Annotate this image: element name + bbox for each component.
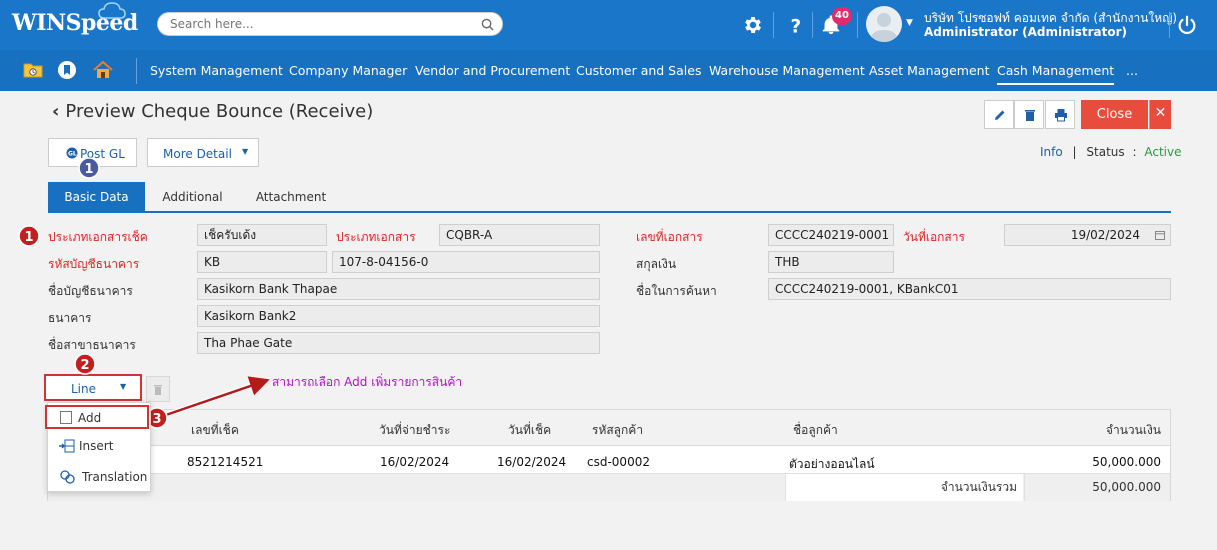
svg-text:2: 2 — [80, 358, 89, 373]
svg-text:1: 1 — [84, 162, 93, 177]
step-marker-1: 1 — [78, 157, 100, 179]
menu-item-translation-label: Translation — [82, 470, 148, 484]
svg-text:1: 1 — [24, 230, 33, 245]
annotation-text: สามารถเลือก Add เพิ่มรายการสินค้า — [272, 375, 463, 389]
menu-item-translation[interactable]: Translation — [48, 466, 150, 490]
menu-item-add[interactable]: Add — [45, 405, 149, 429]
step-marker-2: 2 — [74, 353, 96, 375]
menu-item-insert[interactable]: Insert — [48, 435, 150, 459]
step-marker-1-red: 1 — [18, 225, 40, 247]
new-document-icon — [60, 411, 72, 424]
line-dropdown-menu: Add Insert Translation — [45, 402, 151, 492]
menu-item-add-label: Add — [78, 411, 102, 425]
translation-icon — [60, 470, 75, 484]
svg-text:3: 3 — [152, 412, 161, 427]
annotation-arrow — [159, 376, 270, 420]
insert-row-icon — [59, 439, 75, 453]
menu-item-insert-label: Insert — [79, 439, 114, 453]
